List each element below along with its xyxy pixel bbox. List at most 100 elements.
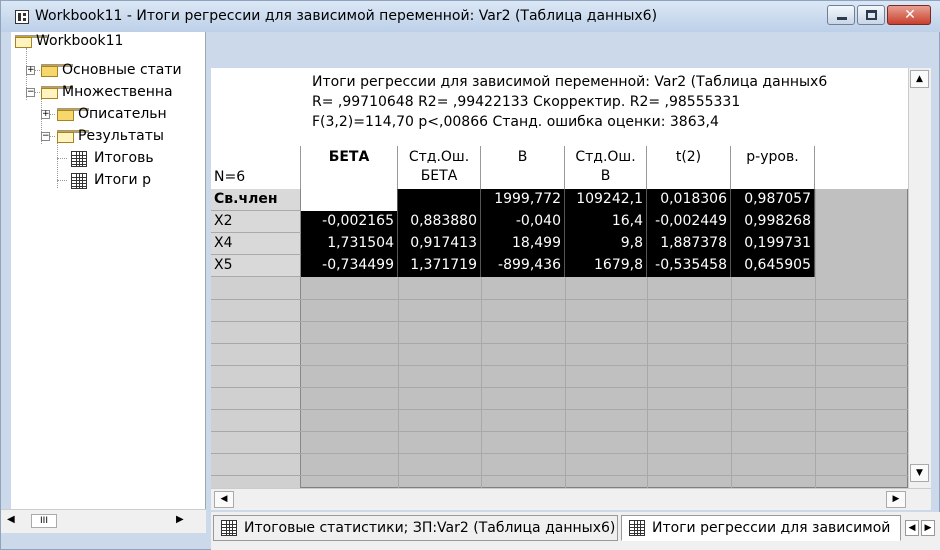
spreadsheet-icon [221,520,237,536]
data-cell[interactable]: -0,002165 [301,211,398,233]
grid-line [211,299,908,300]
data-cell[interactable]: 1679,8 [565,255,647,277]
tree-node-regression-results[interactable]: Итоги р [11,169,205,191]
scroll-right-icon[interactable]: ▶ [886,491,906,508]
column-header-b[interactable]: B [481,146,565,189]
data-cell[interactable]: -899,436 [481,255,565,277]
scroll-down-icon[interactable]: ▼ [910,464,929,482]
data-cell[interactable]: 18,499 [481,233,565,255]
scroll-up-icon[interactable]: ▲ [910,70,929,88]
tree-node-label: Итоги р [94,172,151,188]
data-cell[interactable]: -0,734499 [301,255,398,277]
data-cell[interactable]: 1,887378 [647,233,731,255]
data-cell[interactable]: 0,998268 [731,211,815,233]
column-header-b-se[interactable]: Стд.Ош. B [565,146,647,189]
row-header-x2[interactable]: X2 [211,211,301,233]
row-header-intercept[interactable]: Св.член [211,189,301,211]
tree-node-basic-stats[interactable]: + Основные стати [11,59,205,81]
data-cell[interactable]: 0,917413 [398,233,481,255]
tree-node-multiple-regression[interactable]: − Множественна [11,81,205,103]
tab-label: Итоги регрессии для зависимой [652,520,891,536]
grid-line [211,453,908,454]
data-cell[interactable]: 16,4 [565,211,647,233]
grid-line [815,189,816,489]
data-cell[interactable]: -0,535458 [647,255,731,277]
workbook-tree: Workbook11 + Основные стати − Множествен… [11,32,206,512]
collapse-icon[interactable]: − [41,132,50,141]
close-button[interactable]: ✕ [887,5,931,25]
column-header-text: t(2) [675,149,702,165]
tree-node-label: Результаты [78,128,164,144]
row-header-x5[interactable]: X5 [211,255,301,277]
data-cell[interactable] [301,189,398,211]
column-header-empty [815,146,908,189]
grid-line [211,343,908,344]
scroll-left-icon[interactable]: ◀ [214,491,234,508]
tab-prev-icon[interactable]: ◀ [905,520,919,536]
grid-line [211,431,908,432]
data-cell[interactable]: 1,371719 [398,255,481,277]
column-header-p-level[interactable]: p-уров. [731,146,815,189]
sheet-horizontal-scrollbar[interactable]: ◀ ▶ [211,488,931,510]
spreadsheet-icon [71,151,87,167]
folder-icon [41,64,73,77]
title-bar[interactable]: Workbook11 - Итоги регрессии для зависим… [1,1,940,32]
data-cell[interactable]: 9,8 [565,233,647,255]
data-cell[interactable]: 0,018306 [647,189,731,211]
data-cell[interactable]: -0,002449 [647,211,731,233]
maximize-button[interactable] [857,5,885,25]
column-header-text: Стд.Ош. [408,149,470,165]
folder-icon [57,108,89,121]
tree-node-label: Описательн [78,106,167,122]
close-icon: ✕ [904,7,916,23]
grid-line [211,321,908,322]
tree-node-label: Основные стати [62,62,182,78]
header-line: Итоги регрессии для зависимой переменной… [312,74,828,90]
tree-node-results[interactable]: − Результаты [11,125,205,147]
data-cell[interactable]: 1,731504 [301,233,398,255]
tab-summary-statistics[interactable]: Итоговые статистики; ЗП:Var2 (Таблица да… [213,515,618,541]
scrollbar-thumb[interactable]: III [31,514,57,528]
data-cell[interactable]: -0,040 [481,211,565,233]
folder-open-icon [57,130,89,143]
expand-icon[interactable]: + [41,110,50,119]
scroll-right-icon[interactable]: ▶ [176,514,184,525]
row-header-x4[interactable]: X4 [211,233,301,255]
minimize-button[interactable] [827,5,855,25]
data-cell[interactable]: 0,883880 [398,211,481,233]
application-window: Workbook11 - Итоги регрессии для зависим… [0,0,940,550]
minimize-icon [837,17,847,20]
row-header-area [211,277,301,489]
header-line: R= ,99710648 R2= ,99422133 Скорректир. R… [312,94,741,110]
grid-line [211,409,908,410]
sheet-vertical-scrollbar[interactable]: ▲ ▼ [908,68,931,488]
grid-line [211,365,908,366]
tab-regression-results[interactable]: Итоги регрессии для зависимой [621,515,901,541]
workbook-icon [15,10,29,24]
data-cell[interactable]: 1999,772 [481,189,565,211]
column-header-text: БЕТА [328,149,370,165]
data-cell[interactable]: 0,199731 [731,233,815,255]
column-header-text: B [600,168,611,184]
column-header-text: БЕТА [420,168,458,184]
tree-node-descriptive[interactable]: + Описательн [11,103,205,125]
data-cell[interactable]: 0,645905 [731,255,815,277]
scroll-left-icon[interactable]: ◀ [7,514,15,525]
column-header-beta[interactable]: БЕТА [301,146,398,189]
data-cell[interactable]: 109242,1 [565,189,647,211]
expand-icon[interactable]: + [26,66,35,75]
spreadsheet-icon [71,173,87,189]
tree-node-summary-stats[interactable]: Итоговь [11,147,205,169]
grid-line [211,387,908,388]
column-header-t[interactable]: t(2) [647,146,731,189]
tree-horizontal-scrollbar[interactable]: ◀ III ▶ [1,509,206,533]
collapse-icon[interactable]: − [26,88,35,97]
tree-node-label: Множественна [62,84,173,100]
column-header-beta-se[interactable]: Стд.Ош. БЕТА [398,146,481,189]
data-cell[interactable]: 0,987057 [731,189,815,211]
tab-next-icon[interactable]: ▶ [921,520,935,536]
column-header-text: B [517,149,528,165]
tree-node-workbook[interactable]: Workbook11 [11,32,205,52]
column-header-text: Стд.Ош. [575,149,636,165]
data-cell[interactable] [398,189,481,211]
